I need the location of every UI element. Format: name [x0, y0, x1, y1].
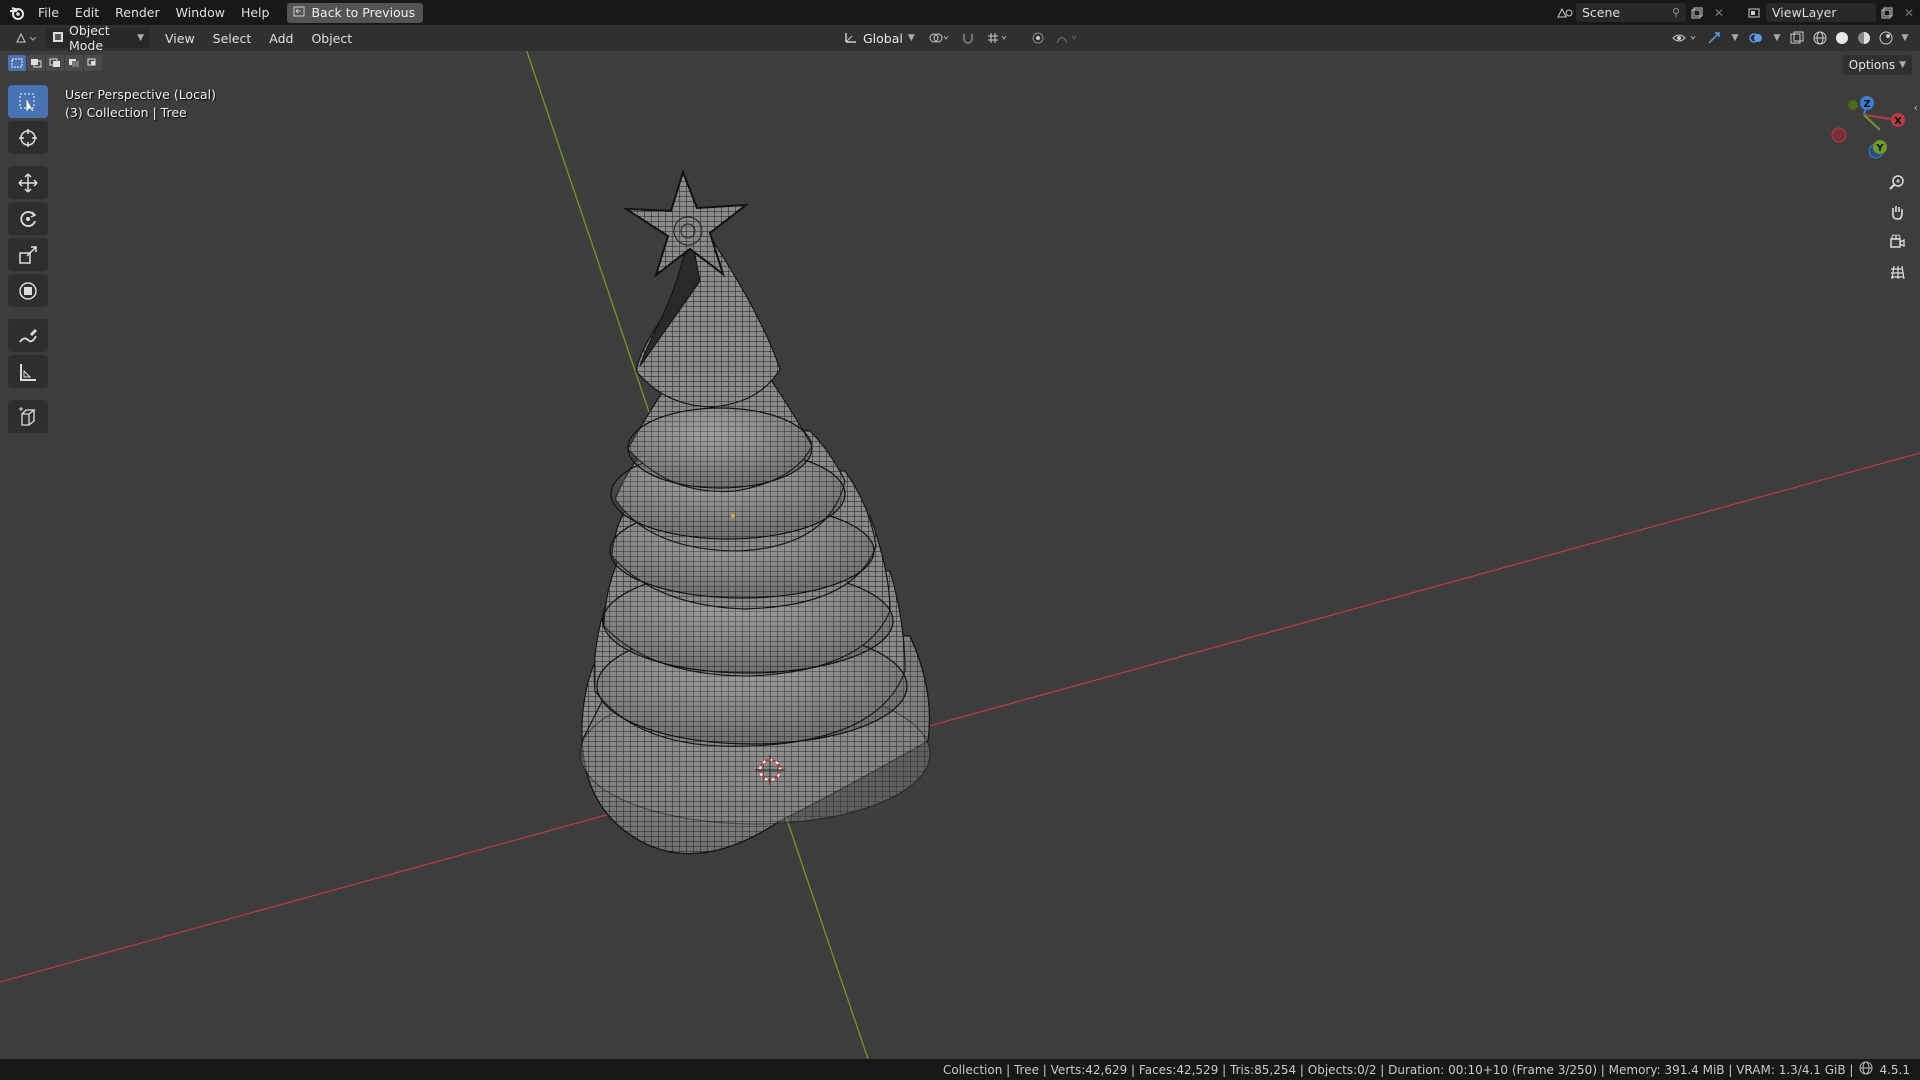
- visibility-selectability-icon[interactable]: [1670, 28, 1700, 47]
- version-label: 4.5.1: [1879, 1062, 1910, 1077]
- snap-icon[interactable]: [957, 29, 979, 48]
- select-box-icon: [19, 93, 35, 111]
- scale-tool[interactable]: [8, 238, 48, 271]
- network-globe-icon: [1859, 1061, 1873, 1078]
- 3d-viewport[interactable]: [0, 51, 1920, 1059]
- new-scene-icon[interactable]: [1686, 3, 1708, 22]
- scene-type-icon[interactable]: [1554, 3, 1576, 22]
- snap-target-icon[interactable]: [983, 29, 1011, 48]
- sidebar-toggle-icon[interactable]: ‹: [1914, 101, 1918, 114]
- tree-mesh[interactable]: [579, 168, 931, 855]
- orientation-dropdown[interactable]: Global ▼: [838, 28, 921, 48]
- chevron-down-icon: ▼: [907, 33, 915, 43]
- add-cube-icon: [19, 406, 36, 426]
- annotate-tool[interactable]: [8, 319, 48, 352]
- chevron-down-icon[interactable]: ▼: [1728, 28, 1742, 47]
- gizmo-neg-x[interactable]: [1831, 127, 1847, 143]
- zoom-icon[interactable]: [1882, 170, 1912, 194]
- scene-name: Scene: [1582, 5, 1621, 20]
- menu-file[interactable]: File: [30, 5, 67, 20]
- back-icon: [293, 5, 305, 20]
- menu-window[interactable]: Window: [168, 5, 233, 20]
- navigation-gizmo[interactable]: Z X Y: [1820, 90, 1910, 165]
- x-axis-line: [0, 452, 1920, 983]
- menu-select[interactable]: Select: [204, 31, 261, 46]
- rendered-shading-icon[interactable]: [1876, 28, 1896, 47]
- cursor-tool[interactable]: [8, 121, 48, 154]
- material-shading-icon[interactable]: [1854, 28, 1874, 47]
- chevron-down-icon: ▼: [137, 33, 144, 43]
- measure-tool[interactable]: [8, 355, 48, 388]
- new-view-layer-icon[interactable]: [1876, 3, 1898, 22]
- wireframe-shading-icon[interactable]: [1810, 28, 1830, 47]
- pan-hand-icon[interactable]: [1882, 200, 1912, 224]
- orientation-icon: [844, 31, 858, 46]
- rotate-icon: [20, 210, 37, 227]
- back-to-previous-label: Back to Previous: [311, 5, 416, 20]
- annotate-icon: [19, 328, 37, 343]
- solid-shading-icon[interactable]: [1832, 28, 1852, 47]
- top-bar: File Edit Render Window Help Back to Pre…: [0, 0, 1920, 25]
- select-box-tool[interactable]: [8, 85, 48, 118]
- blender-logo-icon[interactable]: [4, 0, 30, 25]
- status-bar: Collection | Tree | Verts:42,629 | Faces…: [0, 1059, 1920, 1080]
- gizmo-neg-y[interactable]: [1848, 100, 1858, 110]
- editor-type-icon[interactable]: [10, 29, 42, 48]
- cursor-icon: [19, 128, 37, 147]
- scene-field[interactable]: Scene ⚲: [1576, 3, 1686, 22]
- rotate-tool[interactable]: [8, 202, 48, 235]
- menu-help[interactable]: Help: [233, 5, 278, 20]
- chevron-down-icon[interactable]: ▼: [1898, 28, 1912, 47]
- transform-icon: [19, 281, 37, 300]
- xray-toggle-icon[interactable]: [1786, 28, 1808, 47]
- gizmo-toggle-icon[interactable]: [1702, 28, 1726, 47]
- view-layer-name: ViewLayer: [1772, 5, 1837, 20]
- view-layer-field[interactable]: ViewLayer: [1766, 3, 1876, 22]
- proportional-editing-icon[interactable]: [1027, 29, 1049, 48]
- back-to-previous-button[interactable]: Back to Previous: [287, 2, 424, 23]
- object-mode-icon: [52, 31, 64, 46]
- view-name: User Perspective (Local): [65, 87, 216, 102]
- overlays-toggle-icon[interactable]: [1744, 28, 1768, 47]
- delete-scene-icon[interactable]: ✕: [1708, 3, 1730, 22]
- add-cube-tool[interactable]: [8, 400, 48, 433]
- mode-label: Object Mode: [69, 23, 110, 53]
- pin-icon[interactable]: ⚲: [1672, 6, 1680, 19]
- tool-shelf: [8, 85, 48, 433]
- viewport-display-controls: ▼ ▼ ▼: [1670, 28, 1912, 47]
- delete-view-layer-icon[interactable]: ✕: [1898, 3, 1920, 22]
- viewport-info: User Perspective (Local) (3) Collection …: [65, 86, 216, 122]
- chevron-down-icon[interactable]: ▼: [1770, 28, 1784, 47]
- camera-view-icon[interactable]: [1882, 230, 1912, 254]
- move-tool[interactable]: [8, 166, 48, 199]
- falloff-icon[interactable]: [1053, 29, 1081, 48]
- menu-view[interactable]: View: [156, 31, 204, 46]
- scale-icon: [19, 245, 37, 264]
- transform-tool[interactable]: [8, 274, 48, 307]
- transform-settings: Global ▼: [838, 28, 1081, 48]
- pivot-point-icon[interactable]: [925, 29, 953, 48]
- menu-add[interactable]: Add: [260, 31, 302, 46]
- menu-object[interactable]: Object: [302, 31, 361, 46]
- orthographic-grid-icon[interactable]: [1882, 260, 1912, 284]
- orientation-label: Global: [863, 30, 903, 46]
- move-icon: [18, 172, 38, 193]
- origin-point: [731, 514, 735, 518]
- viewport-nav-buttons: [1882, 170, 1912, 284]
- scene-statistics: Collection | Tree | Verts:42,629 | Faces…: [942, 1062, 1854, 1077]
- viewport-header: Object Mode ▼ View Select Add Object Glo…: [0, 23, 1920, 53]
- measure-icon: [20, 363, 36, 381]
- gizmo-z-label: Z: [1863, 99, 1870, 110]
- menu-edit[interactable]: Edit: [67, 5, 107, 20]
- gizmo-x-label: X: [1894, 116, 1902, 127]
- collection-info: (3) Collection | Tree: [65, 105, 187, 120]
- scene-selector-group: Scene ⚲ ✕ ViewLayer ✕: [1554, 0, 1920, 25]
- gizmo-y-label: Y: [1875, 143, 1884, 154]
- view-layer-icon[interactable]: [1744, 3, 1766, 22]
- menu-render[interactable]: Render: [107, 5, 168, 20]
- mode-dropdown[interactable]: Object Mode ▼: [46, 23, 150, 53]
